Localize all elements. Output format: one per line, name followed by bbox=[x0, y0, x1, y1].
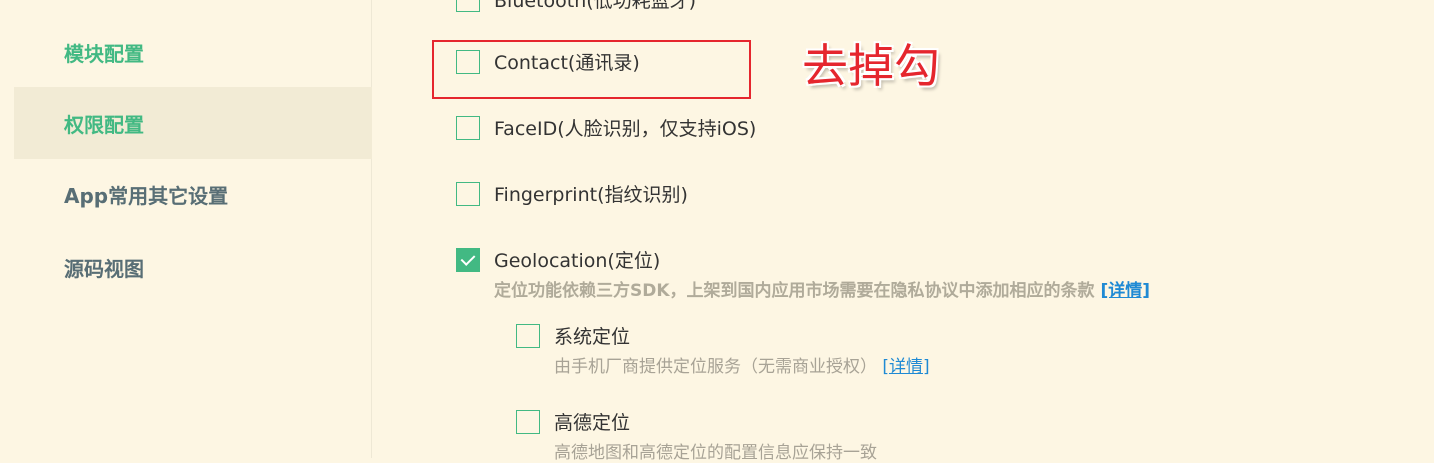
sidebar-item-module-config[interactable]: 模块配置 bbox=[14, 16, 372, 88]
sidebar-item-app-other-settings[interactable]: App常用其它设置 bbox=[14, 158, 372, 230]
fingerprint-label: Fingerprint(指纹识别) bbox=[494, 184, 688, 206]
sidebar-item-label: App常用其它设置 bbox=[64, 183, 229, 208]
geolocation-details-link[interactable]: [详情] bbox=[1100, 281, 1150, 301]
location-amap[interactable]: 高德定位 bbox=[516, 408, 630, 435]
faceid-label: FaceID(人脸识别，仅支持iOS) bbox=[494, 118, 757, 140]
sidebar-item-label: 权限配置 bbox=[64, 112, 144, 137]
highlight-box bbox=[432, 40, 751, 99]
sidebar: 模块配置 权限配置 App常用其它设置 源码视图 bbox=[0, 0, 372, 458]
system-location-desc-text: 由手机厂商提供定位服务（无需商业授权） bbox=[554, 357, 877, 377]
system-location-details-link[interactable]: [详情] bbox=[882, 357, 929, 377]
geolocation-desc-text: 定位功能依赖三方SDK，上架到国内应用市场需要在隐私协议中添加相应的条款 bbox=[494, 281, 1095, 301]
permission-geolocation[interactable]: Geolocation(定位) bbox=[456, 246, 660, 273]
amap-location-desc-text: 高德地图和高德定位的配置信息应保持一致 bbox=[554, 443, 877, 463]
system-location-description: 由手机厂商提供定位服务（无需商业授权） [详情] bbox=[554, 352, 930, 377]
permission-faceid[interactable]: FaceID(人脸识别，仅支持iOS) bbox=[456, 114, 756, 141]
faceid-checkbox[interactable] bbox=[456, 115, 480, 140]
geolocation-description: 定位功能依赖三方SDK，上架到国内应用市场需要在隐私协议中添加相应的条款 [详情… bbox=[494, 276, 1150, 301]
geolocation-checkbox[interactable] bbox=[456, 247, 480, 272]
location-system[interactable]: 系统定位 bbox=[516, 322, 630, 349]
amap-location-label: 高德定位 bbox=[554, 412, 631, 434]
amap-location-checkbox[interactable] bbox=[516, 409, 540, 434]
sidebar-item-source-view[interactable]: 源码视图 bbox=[14, 231, 372, 303]
sidebar-edge bbox=[0, 0, 14, 458]
bluetooth-checkbox[interactable] bbox=[456, 0, 480, 12]
permission-bluetooth[interactable]: Bluetooth(低功耗蓝牙) bbox=[456, 0, 696, 13]
amap-location-description: 高德地图和高德定位的配置信息应保持一致 bbox=[554, 438, 877, 463]
system-location-label: 系统定位 bbox=[554, 326, 631, 348]
sidebar-item-label: 模块配置 bbox=[64, 41, 144, 66]
bluetooth-label: Bluetooth(低功耗蓝牙) bbox=[494, 0, 697, 12]
fingerprint-checkbox[interactable] bbox=[456, 181, 480, 206]
sidebar-item-label: 源码视图 bbox=[64, 256, 144, 281]
sidebar-item-permission-config[interactable]: 权限配置 bbox=[14, 87, 372, 159]
annotation-text: 去掉勾 bbox=[802, 39, 940, 93]
permission-fingerprint[interactable]: Fingerprint(指纹识别) bbox=[456, 180, 688, 207]
system-location-checkbox[interactable] bbox=[516, 323, 540, 348]
geolocation-label: Geolocation(定位) bbox=[494, 250, 661, 272]
